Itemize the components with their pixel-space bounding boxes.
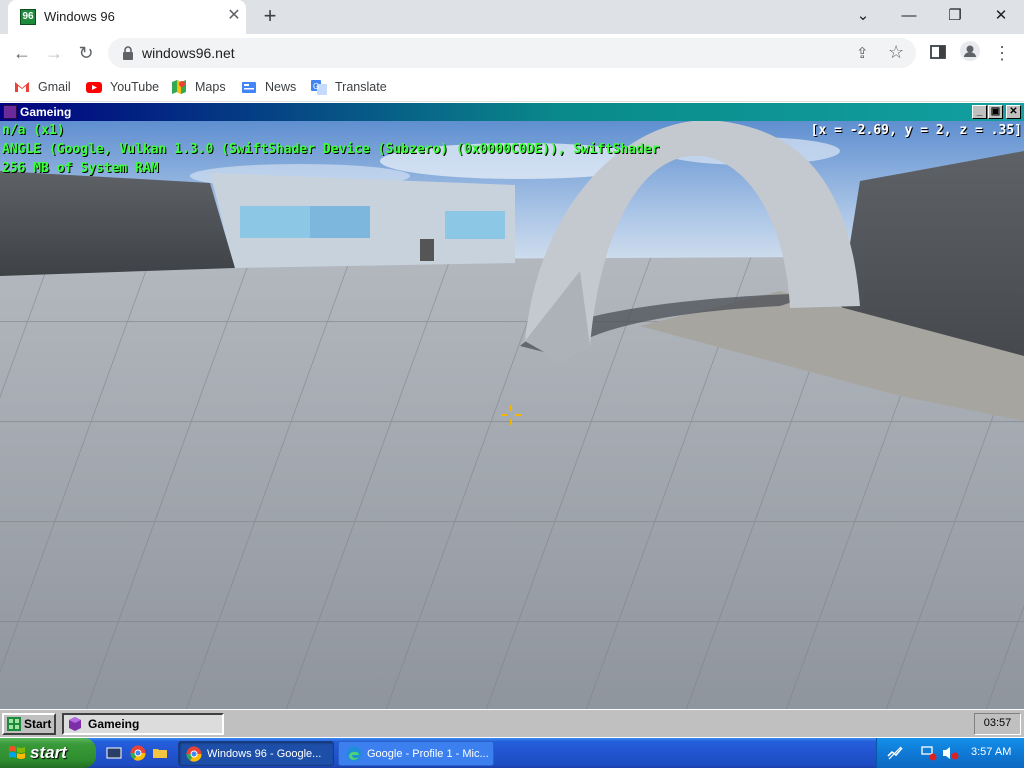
win96-start-label: Start	[24, 717, 52, 731]
bookmark-maps[interactable]: Maps	[171, 77, 226, 97]
xp-start-button[interactable]: start	[0, 738, 96, 768]
crosshair-icon	[501, 405, 521, 425]
browser-tab[interactable]: 96 Windows 96 ✕	[8, 0, 246, 34]
quicklaunch-chrome-icon[interactable]	[130, 745, 146, 761]
game-window-minimize-button[interactable]: _	[972, 105, 987, 119]
kebab-menu-icon[interactable]: ⋮	[988, 39, 1016, 67]
bookmark-youtube[interactable]: YouTube	[86, 77, 159, 97]
quicklaunch-folder-icon[interactable]	[152, 745, 168, 761]
browser-toolbar: ← → ↻ windows96.net ⇪ ☆ ⋮	[0, 34, 1024, 72]
window-minimize-button[interactable]: —	[886, 2, 932, 30]
game-3d-viewport[interactable]: n/a (x1) ANGLE (Google, Vulkan 1.3.0 (Sw…	[0, 121, 1024, 709]
window-restore-button[interactable]: ❐	[932, 2, 978, 30]
win96-task-gameing[interactable]: Gameing	[62, 713, 224, 735]
forward-arrow-icon[interactable]: →	[40, 39, 68, 67]
hud-fps-text: n/a (x1)	[2, 123, 65, 138]
network-disconnected-icon[interactable]	[887, 746, 903, 760]
win96-task-label: Gameing	[88, 717, 140, 731]
system-tray: 3:57 AM	[876, 738, 1024, 768]
bookmark-label: Maps	[195, 80, 226, 94]
browser-tab-strip: 96 Windows 96 ✕ + ⌄ — ❐ ✕	[0, 0, 1024, 34]
xp-task-label: Google - Profile 1 - Mic...	[367, 747, 489, 760]
tab-close-icon[interactable]: ✕	[224, 6, 244, 26]
window-close-button[interactable]: ✕	[978, 2, 1024, 30]
xp-task-label: Windows 96 - Google...	[207, 747, 322, 760]
win96-start-icon	[7, 717, 21, 731]
bookmark-news[interactable]: News	[241, 77, 296, 97]
xp-task-edge[interactable]: Google - Profile 1 - Mic...	[338, 741, 494, 766]
url-text[interactable]: windows96.net	[142, 45, 235, 61]
bookmark-label: Gmail	[38, 80, 71, 94]
reload-icon[interactable]: ↻	[72, 39, 100, 67]
bookmark-star-icon[interactable]: ☆	[888, 42, 908, 62]
youtube-icon	[86, 82, 102, 93]
xp-start-label: start	[30, 743, 67, 762]
volume-muted-icon[interactable]	[941, 745, 959, 761]
profile-avatar-icon[interactable]	[960, 41, 980, 61]
bookmark-label: YouTube	[110, 80, 160, 94]
win96-taskbar: Start Gameing 03:57	[0, 709, 1024, 737]
game-app-icon	[3, 105, 17, 119]
tab-title: Windows 96	[44, 9, 115, 24]
lock-icon[interactable]	[120, 45, 136, 61]
bookmark-label: News	[265, 80, 297, 94]
quicklaunch-show-desktop-icon[interactable]	[106, 745, 122, 761]
new-tab-button[interactable]: +	[258, 4, 282, 28]
bookmark-translate[interactable]: G Translate	[311, 77, 387, 97]
network-icon[interactable]	[921, 745, 939, 761]
win96-start-button[interactable]: Start	[2, 713, 56, 735]
address-bar[interactable]: windows96.net ⇪ ☆	[108, 38, 916, 68]
gmail-icon	[15, 82, 29, 92]
game-window-title: Gameing	[20, 105, 72, 119]
bookmarks-bar: Gmail YouTube Maps News G Translate	[0, 72, 1024, 102]
windows-flag-icon	[9, 746, 25, 759]
edge-icon	[346, 746, 362, 762]
tab-search-chevron-icon[interactable]: ⌄	[840, 2, 886, 30]
news-icon	[242, 82, 256, 93]
win96-clock: 03:57	[974, 713, 1021, 735]
windows96-favicon-icon: 96	[20, 9, 36, 25]
left-rock-wall	[0, 171, 235, 276]
game-window-titlebar[interactable]: Gameing	[0, 103, 1024, 121]
side-panel-icon[interactable]	[930, 44, 946, 60]
hud-coordinates-text: [x = -2.69, y = 2, z = .35]	[810, 123, 1022, 138]
game-task-icon	[69, 717, 81, 731]
back-arrow-icon[interactable]: ←	[8, 39, 36, 67]
hud-renderer-text: ANGLE (Google, Vulkan 1.3.0 (SwiftShader…	[2, 142, 660, 157]
game-window-close-button[interactable]: ✕	[1006, 105, 1021, 119]
xp-taskbar: start Windows 96 - Google... Google - Pr…	[0, 738, 1024, 768]
xp-task-chrome[interactable]: Windows 96 - Google...	[178, 741, 334, 766]
translate-icon: G	[311, 80, 327, 95]
share-icon[interactable]: ⇪	[856, 44, 874, 62]
hud-ram-text: 256 MB of System RAM	[2, 161, 159, 176]
bookmark-label: Translate	[335, 80, 387, 94]
bookmark-gmail[interactable]: Gmail	[14, 77, 71, 97]
chrome-icon	[186, 746, 202, 762]
xp-clock[interactable]: 3:57 AM	[971, 746, 1011, 758]
svg-text:G: G	[313, 82, 319, 91]
game-window-maximize-button[interactable]: ▣	[988, 105, 1003, 119]
maps-icon	[172, 80, 186, 94]
